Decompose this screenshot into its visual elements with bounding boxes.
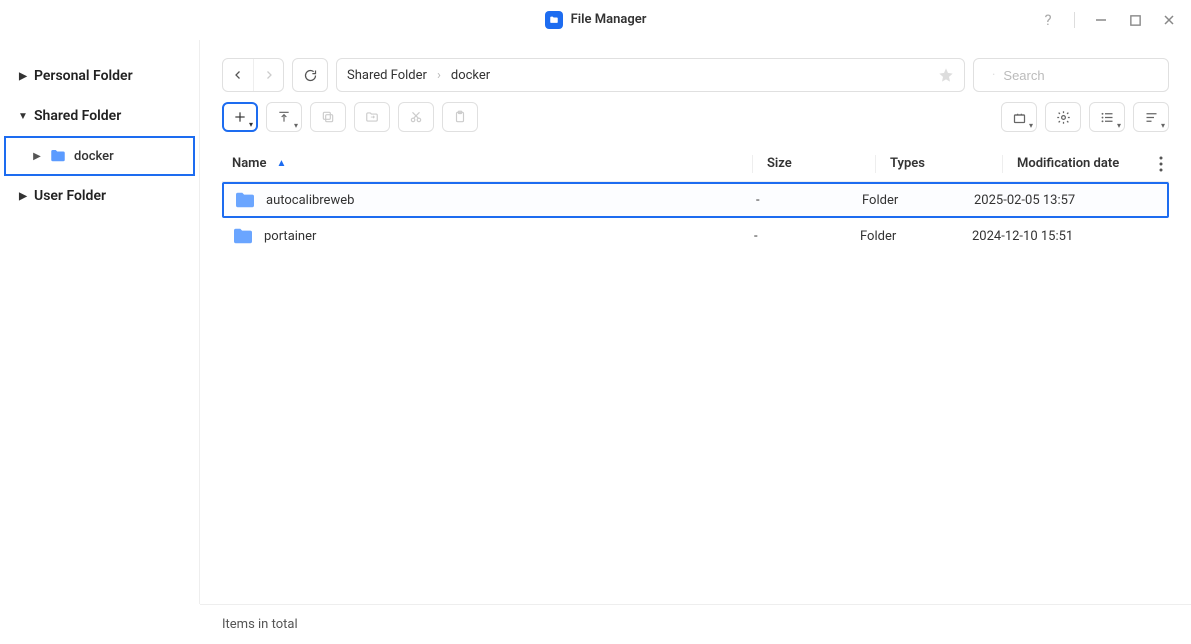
- minimize-icon[interactable]: [1093, 12, 1109, 28]
- app-title-wrap: File Manager: [545, 11, 647, 29]
- sidebar-item-personal-folder[interactable]: ▶ Personal Folder: [0, 56, 199, 96]
- sort-asc-icon: ▲: [276, 158, 286, 169]
- search-box[interactable]: ·: [973, 58, 1169, 92]
- column-label: Name: [232, 156, 266, 171]
- file-type: Folder: [860, 229, 896, 244]
- maximize-icon[interactable]: [1127, 12, 1143, 28]
- upload-button[interactable]: ▾: [266, 102, 302, 132]
- folder-icon: [232, 227, 254, 245]
- caret-down-icon: ▼: [18, 111, 28, 122]
- copy-button[interactable]: [310, 102, 346, 132]
- settings-button[interactable]: [1045, 102, 1081, 132]
- navigation-toolbar: Shared Folder › docker ·: [200, 40, 1191, 92]
- column-more-icon[interactable]: [1159, 156, 1163, 172]
- status-text: Items in total: [222, 617, 298, 632]
- file-table: Name ▲ Size Types Modification date: [200, 132, 1191, 254]
- column-header-size[interactable]: Size: [767, 156, 875, 171]
- sidebar-item-docker[interactable]: ▶ docker: [6, 138, 193, 174]
- table-body: autocalibreweb - Folder 2025-02-05 13:57…: [222, 182, 1169, 254]
- column-divider: [1002, 155, 1003, 173]
- nav-back-button[interactable]: [223, 59, 253, 91]
- sidebar-item-label: Personal Folder: [34, 68, 133, 84]
- folder-icon: [234, 191, 256, 209]
- close-icon[interactable]: [1161, 12, 1177, 28]
- search-input[interactable]: [1003, 68, 1179, 83]
- view-list-button[interactable]: ▾: [1089, 102, 1125, 132]
- dropdown-caret-icon: ▾: [1029, 121, 1033, 130]
- file-name: portainer: [264, 229, 316, 244]
- folder-icon: [48, 146, 68, 166]
- column-label: Modification date: [1017, 156, 1119, 171]
- table-row[interactable]: portainer - Folder 2024-12-10 15:51: [222, 218, 1169, 254]
- sidebar-item-label: User Folder: [34, 188, 106, 204]
- file-modified: 2025-02-05 13:57: [974, 193, 1075, 208]
- search-separator: ·: [992, 68, 995, 83]
- sort-button[interactable]: ▾: [1133, 102, 1169, 132]
- file-size: -: [756, 193, 760, 208]
- table-row[interactable]: autocalibreweb - Folder 2025-02-05 13:57: [222, 182, 1169, 218]
- new-button[interactable]: ▾: [222, 102, 258, 132]
- breadcrumb: Shared Folder › docker: [336, 58, 965, 92]
- column-header-types[interactable]: Types: [890, 156, 1002, 171]
- breadcrumb-part[interactable]: docker: [451, 68, 490, 83]
- status-bar: Items in total: [200, 604, 1191, 644]
- window-controls: ?: [1040, 0, 1177, 40]
- column-label: Types: [890, 156, 925, 171]
- file-type: Folder: [862, 193, 898, 208]
- app-folder-icon: [545, 11, 563, 29]
- file-size: -: [754, 229, 758, 244]
- sidebar-item-label: docker: [74, 149, 114, 164]
- column-divider: [875, 155, 876, 173]
- sidebar: ▶ Personal Folder ▼ Shared Folder ▶ dock…: [0, 40, 200, 604]
- breadcrumb-part[interactable]: Shared Folder: [347, 68, 427, 83]
- separator: [1074, 12, 1075, 28]
- table-header: Name ▲ Size Types Modification date: [222, 146, 1169, 182]
- nav-back-forward-group: [222, 58, 284, 92]
- chevron-right-icon: ›: [437, 68, 441, 83]
- dropdown-caret-icon: ▾: [249, 120, 253, 129]
- paste-button[interactable]: [442, 102, 478, 132]
- dropdown-caret-icon: ▾: [1161, 121, 1165, 130]
- titlebar: File Manager ?: [0, 0, 1191, 40]
- column-header-modification[interactable]: Modification date: [1017, 156, 1169, 171]
- file-modified: 2024-12-10 15:51: [972, 229, 1073, 244]
- cut-button[interactable]: [398, 102, 434, 132]
- dropdown-caret-icon: ▾: [294, 121, 298, 130]
- action-toolbar: ▾ ▾ ▾: [200, 92, 1191, 132]
- refresh-button[interactable]: [292, 58, 328, 92]
- favorite-star-icon[interactable]: [938, 67, 954, 83]
- column-label: Size: [767, 156, 792, 171]
- file-name: autocalibreweb: [266, 193, 354, 208]
- content-area: Shared Folder › docker · ▾ ▾: [200, 40, 1191, 604]
- caret-right-icon: ▶: [32, 151, 42, 162]
- caret-right-icon: ▶: [18, 71, 28, 82]
- sidebar-item-label: Shared Folder: [34, 108, 121, 124]
- sidebar-item-shared-folder[interactable]: ▼ Shared Folder: [0, 96, 199, 136]
- column-divider: [752, 155, 753, 173]
- help-icon[interactable]: ?: [1040, 12, 1056, 28]
- dropdown-caret-icon: ▾: [1117, 121, 1121, 130]
- column-header-name[interactable]: Name ▲: [232, 156, 752, 171]
- app-title: File Manager: [571, 12, 647, 27]
- move-button[interactable]: [354, 102, 390, 132]
- archive-button[interactable]: ▾: [1001, 102, 1037, 132]
- nav-forward-button[interactable]: [253, 59, 283, 91]
- sidebar-item-user-folder[interactable]: ▶ User Folder: [0, 176, 199, 216]
- caret-right-icon: ▶: [18, 191, 28, 202]
